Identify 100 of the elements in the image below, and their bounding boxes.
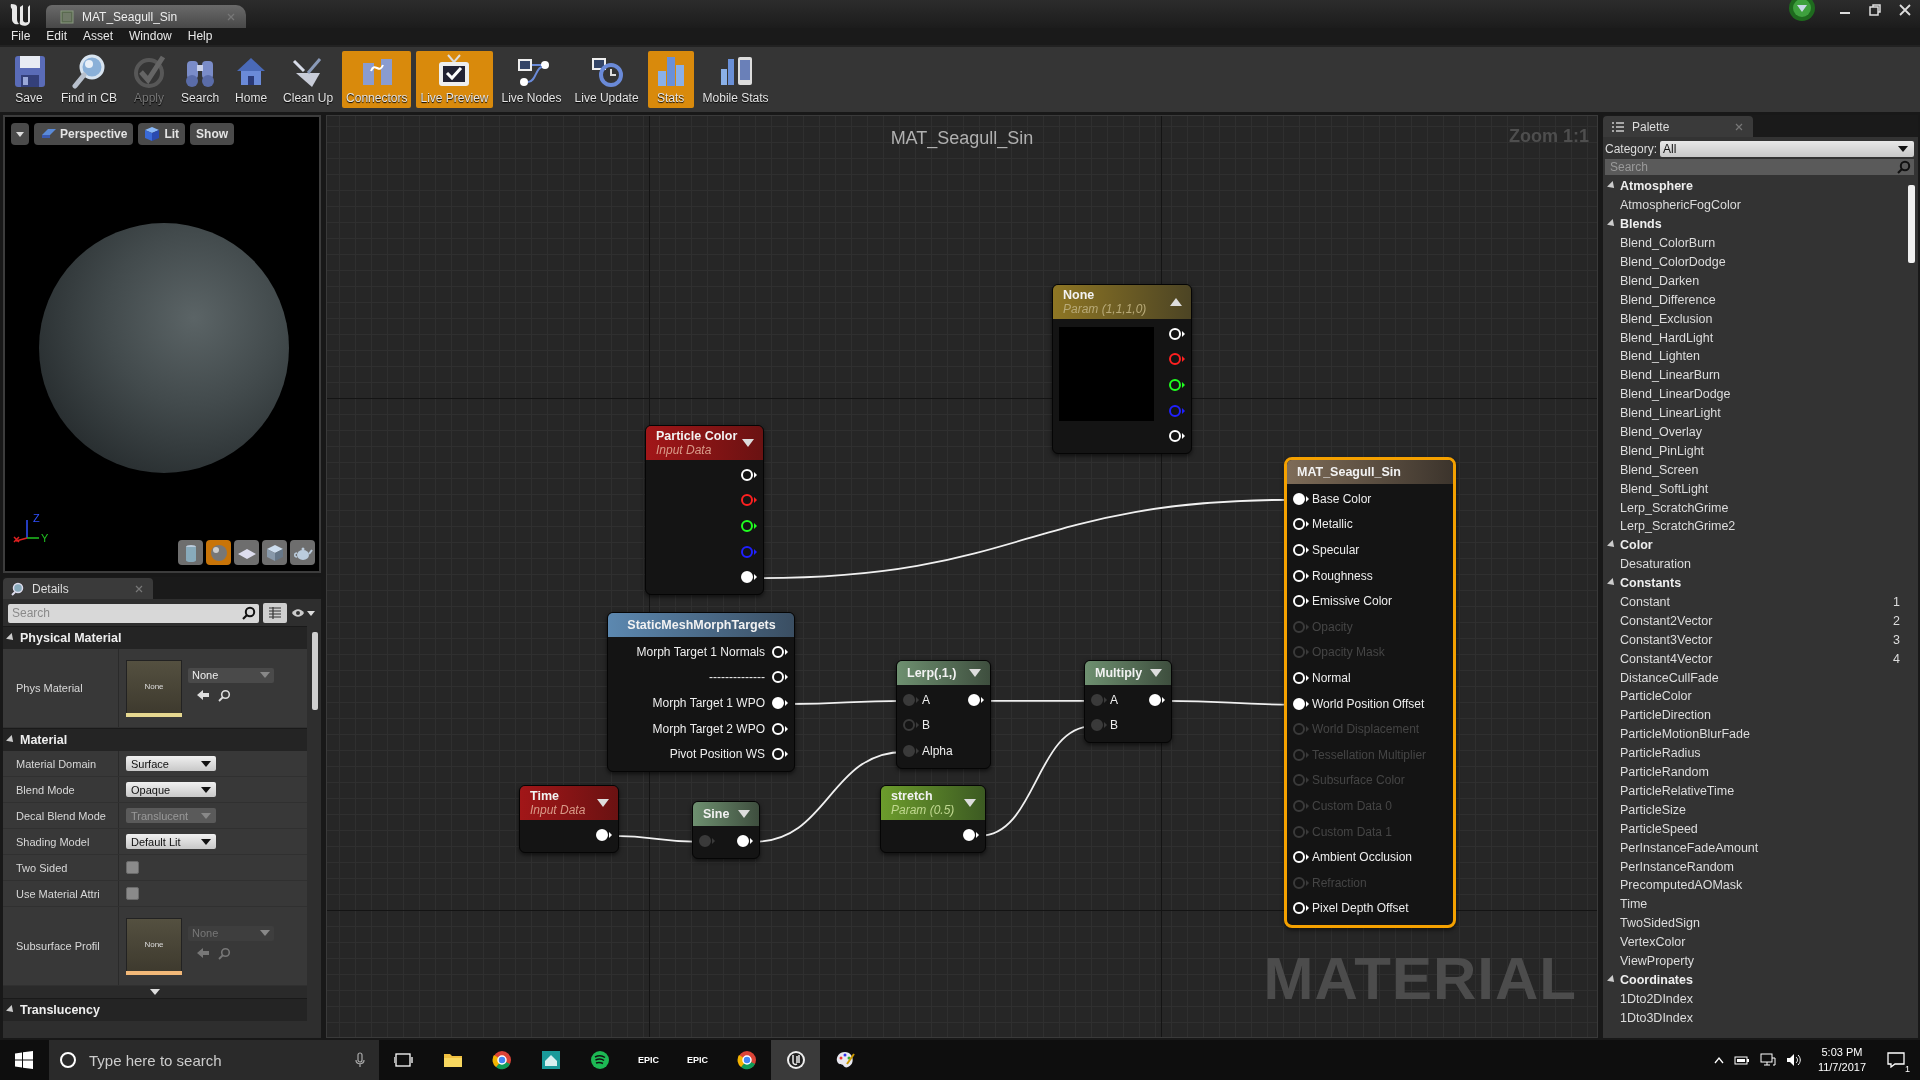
start-icon[interactable]: [15, 1051, 33, 1069]
palette-item[interactable]: ParticleMotionBlurFade: [1605, 724, 1904, 744]
restore-icon[interactable]: [1868, 3, 1882, 17]
palette-item[interactable]: AtmosphericFogColor: [1605, 195, 1904, 215]
section-header[interactable]: Physical Material: [3, 626, 307, 649]
menu-item[interactable]: Asset: [75, 28, 122, 45]
palette-item[interactable]: ParticleSize: [1605, 800, 1904, 820]
graph-node[interactable]: Time Input Data: [519, 785, 619, 853]
palette-item[interactable]: PerInstanceRandom: [1605, 857, 1904, 876]
taskbar-app[interactable]: EPIC: [624, 1040, 673, 1080]
view-mode-button[interactable]: Perspective: [34, 123, 134, 145]
sphere-preview-button[interactable]: [206, 540, 231, 565]
category-header[interactable]: Constants: [1605, 573, 1904, 593]
palette-item[interactable]: Constant4Vector 4: [1605, 649, 1904, 669]
menu-item[interactable]: Edit: [38, 28, 76, 45]
palette-item[interactable]: ParticleColor: [1605, 687, 1904, 706]
palette-item[interactable]: Blend_LinearDodge: [1605, 384, 1904, 404]
palette-tab[interactable]: Palette: [1603, 116, 1753, 137]
notification-button[interactable]: 1: [1882, 1046, 1910, 1074]
details-tab[interactable]: Details: [3, 578, 153, 599]
grid-view-button[interactable]: [263, 603, 287, 623]
palette-item[interactable]: Blend_Overlay: [1605, 422, 1904, 442]
asset-thumbnail[interactable]: None: [126, 659, 182, 713]
palette-item[interactable]: Blend_ColorDodge: [1605, 252, 1904, 272]
palette-item[interactable]: Constant 1: [1605, 592, 1904, 612]
palette-item[interactable]: Desaturation: [1605, 554, 1904, 574]
cube-preview-button[interactable]: [262, 540, 287, 565]
view-mode-button[interactable]: Lit: [138, 123, 186, 145]
palette-item[interactable]: Blend_Screen: [1605, 460, 1904, 480]
volume-icon[interactable]: [1785, 1053, 1802, 1067]
taskbar-search-field[interactable]: Type here to search: [49, 1040, 379, 1080]
search-field[interactable]: Search: [1605, 159, 1914, 175]
category-header[interactable]: Atmosphere: [1605, 177, 1904, 196]
menu-item[interactable]: File: [2, 28, 39, 45]
search-field[interactable]: Search: [8, 603, 259, 623]
scrollbar-thumb[interactable]: [312, 632, 318, 710]
palette-item[interactable]: Blend_LinearBurn: [1605, 365, 1904, 385]
palette-item[interactable]: Blend_LinearLight: [1605, 403, 1904, 423]
dropdown[interactable]: Surface: [126, 756, 216, 771]
show-button[interactable]: Show: [190, 123, 235, 145]
palette-item[interactable]: PrecomputedAOMask: [1605, 875, 1904, 895]
palette-item[interactable]: Lerp_ScratchGrime2: [1605, 517, 1904, 536]
palette-item[interactable]: Blend_Lighten: [1605, 347, 1904, 366]
teapot-preview-button[interactable]: [290, 540, 315, 565]
dropdown[interactable]: Opaque: [126, 782, 216, 797]
toolbar-button[interactable]: Home: [228, 51, 275, 108]
toolbar-button[interactable]: Mobile Stats: [698, 51, 773, 108]
palette-item[interactable]: ParticleRadius: [1605, 743, 1904, 763]
toolbar-button[interactable]: Save: [6, 51, 52, 108]
palette-item[interactable]: Blend_Exclusion: [1605, 309, 1904, 329]
toolbar-button[interactable]: Search: [177, 51, 224, 108]
palette-item[interactable]: ParticleDirection: [1605, 705, 1904, 725]
palette-item[interactable]: Blend_Difference: [1605, 290, 1904, 310]
palette-item[interactable]: Constant3Vector 3: [1605, 630, 1904, 650]
palette-item[interactable]: Lerp_ScratchGrime: [1605, 498, 1904, 518]
view-menu-button[interactable]: [11, 123, 29, 145]
palette-item[interactable]: Blend_PinLight: [1605, 441, 1904, 461]
microphone-icon[interactable]: [355, 1052, 365, 1068]
asset-dropdown[interactable]: None: [188, 667, 274, 683]
category-header[interactable]: Blends: [1605, 214, 1904, 234]
clock[interactable]: 5:03 PM 11/7/2017: [1811, 1045, 1872, 1075]
palette-item[interactable]: ParticleRelativeTime: [1605, 781, 1904, 801]
palette-item[interactable]: Blend_Darken: [1605, 271, 1904, 291]
category-dropdown[interactable]: All: [1660, 141, 1914, 157]
menu-item[interactable]: Window: [121, 28, 180, 45]
search-icon[interactable]: [242, 606, 256, 620]
arrow-left-icon[interactable]: [196, 689, 210, 701]
checkbox[interactable]: [126, 861, 139, 874]
taskbar-app[interactable]: EPIC: [673, 1040, 722, 1080]
document-tab[interactable]: MAT_Seagull_Sin: [46, 5, 246, 28]
palette-item[interactable]: PerInstanceFadeAmount: [1605, 838, 1904, 858]
menu-item[interactable]: Help: [179, 28, 221, 45]
palette-item[interactable]: TwoSidedSign: [1605, 913, 1904, 933]
network-icon[interactable]: [1759, 1053, 1776, 1067]
category-header[interactable]: Coordinates: [1605, 970, 1904, 990]
toolbar-button[interactable]: Find in CB: [57, 51, 122, 108]
dropdown[interactable]: Default Lit: [126, 834, 216, 849]
cylinder-preview-button[interactable]: [178, 540, 203, 565]
palette-item[interactable]: Blend_SoftLight: [1605, 479, 1904, 499]
graph-canvas[interactable]: [326, 115, 1598, 1038]
section-header[interactable]: Material: [3, 728, 307, 751]
palette-item[interactable]: Blend_HardLight: [1605, 328, 1904, 347]
checkbox[interactable]: [126, 887, 139, 900]
palette-item[interactable]: DistanceCullFade: [1605, 668, 1904, 688]
palette-item[interactable]: 1Dto2DIndex: [1605, 989, 1904, 1009]
chevron-up-icon[interactable]: [1713, 1056, 1724, 1064]
taskbar-app[interactable]: [771, 1040, 820, 1080]
section-header[interactable]: Translucency: [3, 998, 307, 1021]
toolbar-button[interactable]: Clean Up: [279, 51, 338, 108]
palette-item[interactable]: Constant2Vector 2: [1605, 611, 1904, 631]
battery-icon[interactable]: [1733, 1055, 1750, 1065]
category-header[interactable]: Color: [1605, 535, 1904, 555]
palette-item[interactable]: 1Dto3DIndex: [1605, 1008, 1904, 1028]
search-icon[interactable]: [218, 688, 231, 702]
graph-node[interactable]: stretch Param (0.5): [880, 785, 986, 853]
scrollbar-thumb[interactable]: [1908, 185, 1915, 263]
toolbar-button[interactable]: Live Nodes: [497, 51, 566, 108]
palette-item[interactable]: ParticleRandom: [1605, 762, 1904, 782]
palette-item[interactable]: ViewProperty: [1605, 951, 1904, 971]
plane-preview-button[interactable]: [234, 540, 259, 565]
